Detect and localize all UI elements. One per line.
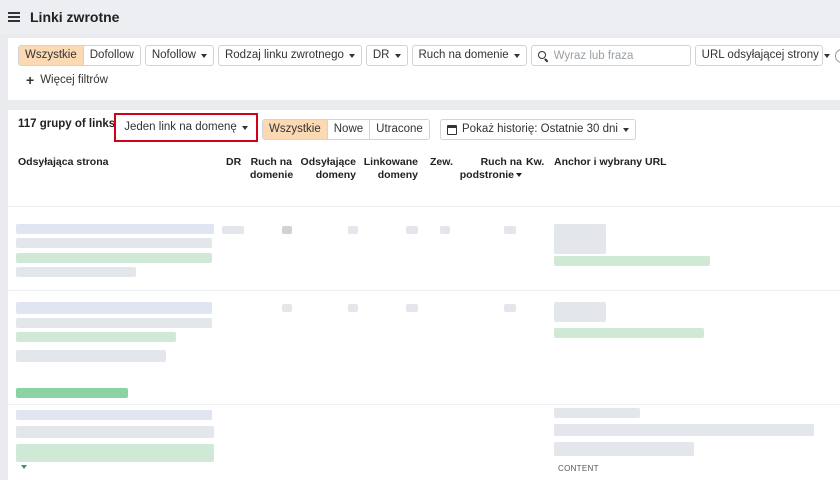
col-domain-traffic-line2: domenie — [250, 169, 294, 181]
filter-all[interactable]: Wszystkie — [19, 46, 84, 65]
dr-dropdown[interactable]: DR — [365, 45, 408, 66]
row3-text-blur — [16, 426, 214, 438]
row-divider — [8, 290, 840, 291]
row3-anchor-blur — [554, 408, 640, 418]
page-title: Linki zwrotne — [30, 9, 120, 25]
grouping-label: Jeden link na domenę — [124, 121, 237, 133]
col-external[interactable]: Zew. — [430, 156, 453, 169]
domain-traffic-label: Ruch na domenie — [418, 49, 509, 61]
status-all[interactable]: Wszystkie — [263, 120, 328, 139]
referring-url-dropdown[interactable]: URL odsyłającej strony — [694, 45, 830, 66]
col-linked-domains-line1: Linkowane — [363, 156, 418, 168]
col-page-traffic-line1: Ruch na — [480, 156, 522, 168]
status-lost[interactable]: Utracone — [370, 120, 429, 139]
row-divider — [8, 404, 840, 405]
row1-pagetraffic-blur — [504, 226, 516, 234]
col-dr[interactable]: DR — [226, 156, 241, 169]
row2-traffic-blur — [282, 304, 292, 312]
caret-down-icon — [622, 127, 629, 132]
grouping-highlight: Jeden link na domenę — [114, 113, 258, 142]
top-bar: Linki zwrotne — [0, 0, 840, 34]
row2-refdom-blur — [348, 304, 358, 312]
row1-title-blur — [16, 224, 214, 234]
row2-anchor-url-blur[interactable] — [554, 328, 704, 338]
row1-linked-blur — [406, 226, 418, 234]
row3-anchor-meta-blur — [554, 442, 694, 456]
col-referring-domains-line2: domeny — [315, 169, 356, 181]
col-referring-domains-line1: Odsyłające — [300, 156, 356, 168]
caret-down-icon — [823, 53, 830, 58]
col-kw[interactable]: Kw. — [526, 156, 544, 169]
row1-text-blur — [16, 238, 212, 248]
row2-pagetraffic-blur — [504, 304, 516, 312]
row2-anchor-blur — [554, 302, 606, 322]
col-referring-page[interactable]: Odsyłająca strona — [18, 156, 108, 169]
plus-icon: + — [26, 72, 35, 88]
col-referring-domains[interactable]: Odsyłające domeny — [298, 156, 356, 182]
row3-anchor-text-blur — [554, 424, 814, 436]
row1-url-blur[interactable] — [16, 253, 212, 263]
caret-down-icon — [394, 53, 401, 58]
col-linked-domains-line2: domeny — [377, 169, 418, 181]
col-linked-domains[interactable]: Linkowane domeny — [362, 156, 418, 182]
backlink-type-dropdown[interactable]: Rodzaj linku zwrotnego — [217, 45, 362, 66]
search-input[interactable] — [553, 49, 684, 62]
status-new[interactable]: Nowe — [327, 120, 371, 139]
row3-url-blur[interactable] — [16, 444, 214, 462]
expand-caret-icon[interactable] — [21, 465, 27, 469]
col-domain-traffic[interactable]: Ruch na domenie — [250, 156, 294, 182]
grouping-dropdown[interactable]: Jeden link na domenę — [118, 117, 254, 138]
row2-text-blur — [16, 318, 212, 328]
sort-desc-icon — [516, 173, 522, 178]
caret-down-icon — [200, 53, 207, 58]
header-divider — [8, 206, 840, 207]
filters-panel: Wszystkie Dofollow Nofollow Rodzaj linku… — [8, 38, 840, 100]
caret-down-icon — [513, 53, 520, 58]
nofollow-dropdown[interactable]: Nofollow — [144, 45, 214, 66]
row2-link-blur[interactable] — [16, 388, 128, 398]
results-header: 117 grupy of links — [18, 118, 115, 130]
backlink-type-label: Rodzaj linku zwrotnego — [224, 49, 344, 61]
col-page-traffic-line2: podstronie — [458, 169, 522, 182]
results-panel: 117 grupy of links Jeden link na domenę … — [8, 110, 840, 480]
caret-down-icon — [348, 53, 355, 58]
option-radio[interactable] — [834, 48, 840, 63]
col-page-traffic[interactable]: Ruch na podstronie — [458, 156, 522, 182]
domain-traffic-dropdown[interactable]: Ruch na domenie — [411, 45, 527, 66]
row1-anchor-url-blur[interactable] — [554, 256, 710, 266]
search-box — [530, 45, 691, 66]
row2-title-blur — [16, 302, 212, 314]
row3-title-blur — [16, 410, 212, 420]
nofollow-label: Nofollow — [151, 49, 196, 61]
history-label: Pokaż historię: Ostatnie 30 dni — [462, 123, 618, 135]
dr-label: DR — [372, 49, 390, 61]
row2-meta-blur — [16, 350, 166, 362]
col-anchor[interactable]: Anchor i wybrany URL — [554, 156, 667, 169]
row1-anchor-blur — [554, 224, 606, 254]
row1-meta-blur — [16, 267, 136, 277]
row1-ext-blur — [440, 226, 450, 234]
search-icon — [537, 50, 548, 61]
row2-url-blur[interactable] — [16, 332, 176, 342]
status-segment: Wszystkie Nowe Utracone — [262, 119, 430, 140]
row1-dr-blur — [222, 226, 244, 234]
caret-down-icon — [241, 125, 248, 130]
row1-refdom-blur — [348, 226, 358, 234]
referring-url-label: URL odsyłającej strony — [701, 49, 819, 61]
filter-row: Wszystkie Dofollow Nofollow Rodzaj linku… — [18, 45, 840, 66]
menu-icon[interactable] — [8, 12, 20, 22]
content-tag: CONTENT — [558, 464, 599, 473]
history-dropdown[interactable]: Pokaż historię: Ostatnie 30 dni — [440, 119, 636, 140]
row2-linked-blur — [406, 304, 418, 312]
row1-traffic-blur — [282, 226, 292, 234]
more-filters-label: Więcej filtrów — [40, 74, 108, 86]
filter-dofollow[interactable]: Dofollow — [83, 46, 140, 65]
results-count: 117 grupy of links — [18, 118, 116, 130]
link-type-segment: Wszystkie Dofollow — [18, 45, 141, 66]
col-domain-traffic-line1: Ruch na — [250, 156, 292, 168]
calendar-icon — [447, 124, 457, 135]
more-filters-button[interactable]: + Więcej filtrów — [26, 72, 108, 88]
col-page-traffic-line2-text: podstronie — [459, 169, 514, 181]
